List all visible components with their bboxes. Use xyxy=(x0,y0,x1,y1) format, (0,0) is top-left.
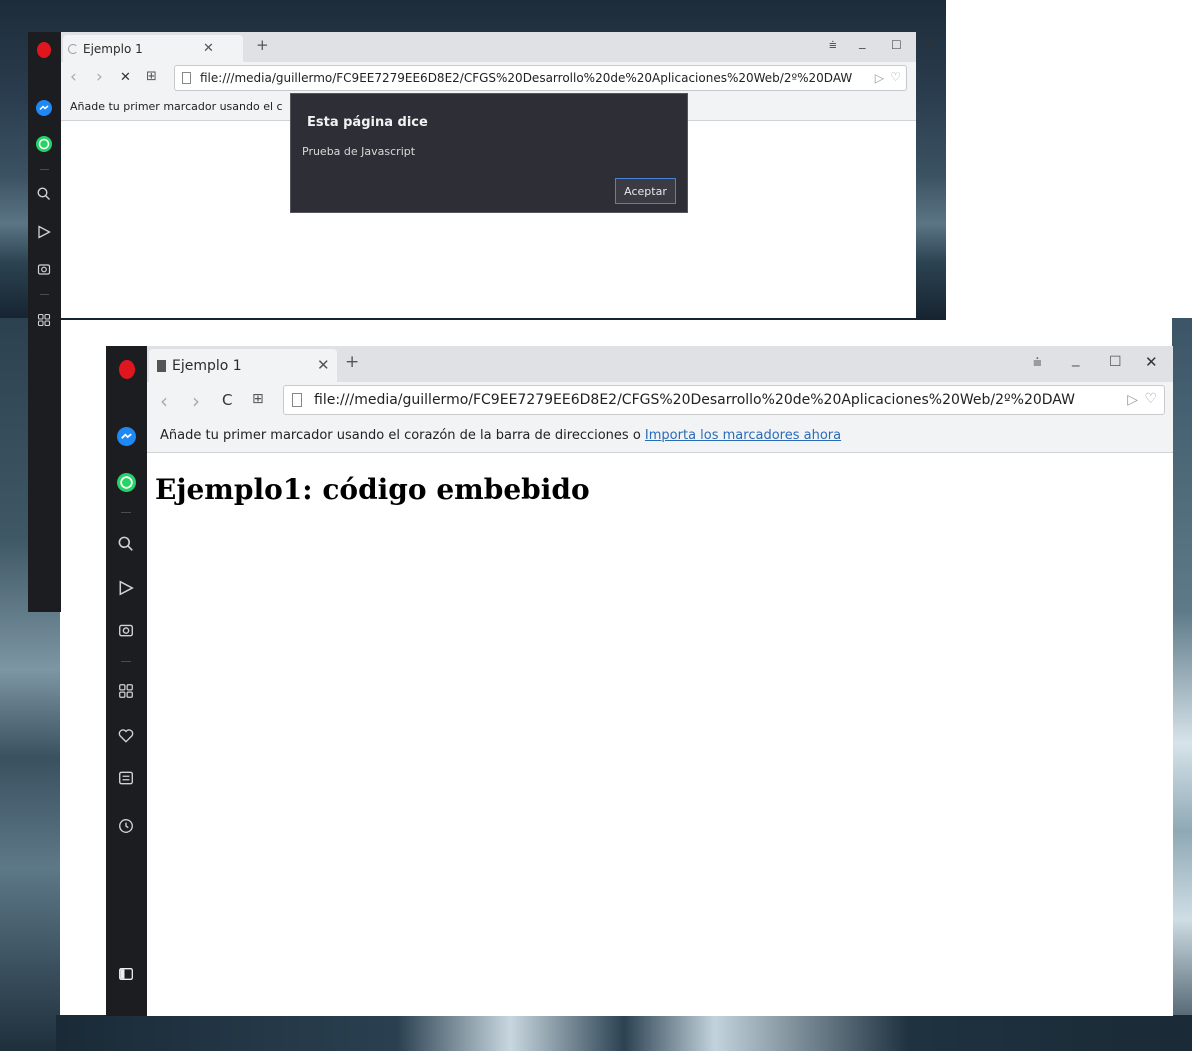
address-url: file:///media/guillermo/FC9EE7279EE6D8E2… xyxy=(200,71,853,85)
send-page-icon[interactable]: ▷ xyxy=(875,71,884,85)
tab-bar: Ejemplo 1 ✕ + ⩧ _ ☐ ✕ xyxy=(147,346,1173,382)
grid-icon[interactable]: ⊞ xyxy=(146,70,157,83)
messenger-icon[interactable] xyxy=(32,96,56,120)
forward-icon[interactable]: › xyxy=(192,391,200,411)
forward-icon[interactable]: › xyxy=(96,69,103,86)
page-file-icon xyxy=(157,359,166,372)
tab-bar: Ejemplo 1 ✕ + ⩧ _ ☐ ✕ xyxy=(61,32,934,62)
tab-menu-icon[interactable]: ⩧ xyxy=(1033,355,1042,370)
reload-icon[interactable]: C xyxy=(222,393,232,408)
sidebar-toggle-icon[interactable] xyxy=(114,962,138,986)
bookmarks-bar-hint: Añade tu primer marcador usando el c xyxy=(70,100,283,113)
minimize-icon[interactable]: _ xyxy=(1072,351,1080,366)
new-tab-icon[interactable]: + xyxy=(345,354,359,371)
address-url: file:///media/guillermo/FC9EE7279EE6D8E2… xyxy=(314,392,1075,408)
page-heading: Ejemplo1: código embebido xyxy=(155,473,590,506)
whatsapp-icon[interactable] xyxy=(32,132,56,156)
import-bookmarks-link[interactable]: Importa los marcadores ahora xyxy=(645,428,841,443)
tab-title: Ejemplo 1 xyxy=(83,41,143,56)
tab-ejemplo-1[interactable]: Ejemplo 1 ✕ xyxy=(63,35,243,62)
tab-ejemplo-1[interactable]: Ejemplo 1 ✕ xyxy=(149,349,337,382)
maximize-icon[interactable]: ☐ xyxy=(891,39,902,51)
camera-icon[interactable] xyxy=(114,618,138,642)
send-icon[interactable] xyxy=(32,220,56,244)
news-icon[interactable] xyxy=(114,766,138,790)
whatsapp-icon[interactable] xyxy=(114,470,138,494)
minimize-icon[interactable]: _ xyxy=(859,36,866,49)
bookmarks-bar-text: Añade tu primer marcador usando el coraz… xyxy=(160,428,641,443)
close-tab-icon[interactable]: ✕ xyxy=(203,42,214,55)
bookmarks-bar-hint: Añade tu primer marcador usando el coraz… xyxy=(160,428,841,443)
new-tab-icon[interactable]: + xyxy=(256,38,269,53)
back-icon[interactable]: ‹ xyxy=(160,391,168,411)
loading-icon xyxy=(68,43,78,54)
dialog-title: Esta página dice xyxy=(307,115,428,130)
bookmark-heart-icon[interactable]: ♡ xyxy=(890,70,901,84)
opera-logo-icon[interactable] xyxy=(119,360,135,379)
back-icon[interactable]: ‹ xyxy=(70,69,77,86)
desktop-wallpaper-bottom xyxy=(56,1015,1192,1051)
address-bar[interactable]: file:///media/guillermo/FC9EE7279EE6D8E2… xyxy=(283,385,1165,415)
heart-icon[interactable] xyxy=(114,724,138,748)
bookmarks-bar: Añade tu primer marcador usando el coraz… xyxy=(147,420,1173,453)
tab-menu-icon[interactable]: ⩧ xyxy=(829,39,837,52)
send-icon[interactable] xyxy=(114,576,138,600)
search-icon[interactable] xyxy=(32,182,56,206)
tab-title: Ejemplo 1 xyxy=(172,357,242,374)
address-row: ‹ › C ⊞ file:///media/guillermo/FC9EE727… xyxy=(147,382,1173,420)
camera-icon[interactable] xyxy=(32,257,56,281)
send-page-icon[interactable]: ▷ xyxy=(1127,392,1138,408)
dialog-message: Prueba de Javascript xyxy=(302,145,416,158)
page-icon xyxy=(292,393,302,407)
sidebar-divider xyxy=(40,294,49,295)
close-tab-icon[interactable]: ✕ xyxy=(317,358,330,373)
page-icon xyxy=(182,72,191,84)
close-window-icon[interactable]: ✕ xyxy=(1145,355,1158,370)
stop-icon[interactable]: ✕ xyxy=(120,71,131,84)
bookmark-heart-icon[interactable]: ♡ xyxy=(1144,391,1157,407)
sidebar-divider xyxy=(121,661,131,662)
maximize-icon[interactable]: ☐ xyxy=(1109,355,1122,369)
speed-dial-icon[interactable] xyxy=(32,308,56,332)
search-icon[interactable] xyxy=(114,532,138,556)
alert-dialog: Esta página dice Prueba de Javascript Ac… xyxy=(290,93,688,213)
messenger-icon[interactable] xyxy=(114,424,138,448)
page-content: Ejemplo1: código embebido xyxy=(147,453,1173,1016)
sidebar-divider xyxy=(121,512,131,513)
front-browser-window: Ejemplo 1 ✕ + ⩧ _ ☐ ✕ ‹ › C ⊞ file:///me… xyxy=(106,346,1173,1016)
speed-dial-icon[interactable] xyxy=(114,679,138,703)
sidebar-divider xyxy=(40,169,49,170)
opera-sidebar xyxy=(28,32,61,612)
history-icon[interactable] xyxy=(114,814,138,838)
accept-button[interactable]: Aceptar xyxy=(615,178,676,204)
opera-logo-icon[interactable] xyxy=(37,42,51,58)
address-bar[interactable]: file:///media/guillermo/FC9EE7279EE6D8E2… xyxy=(174,65,907,91)
opera-sidebar xyxy=(106,346,147,1016)
address-row: ‹ › ✕ ⊞ file:///media/guillermo/FC9EE727… xyxy=(61,62,916,95)
close-window-icon[interactable]: ✕ xyxy=(923,39,934,52)
grid-icon[interactable]: ⊞ xyxy=(252,392,264,406)
desktop-wallpaper-right xyxy=(1172,318,1192,1051)
